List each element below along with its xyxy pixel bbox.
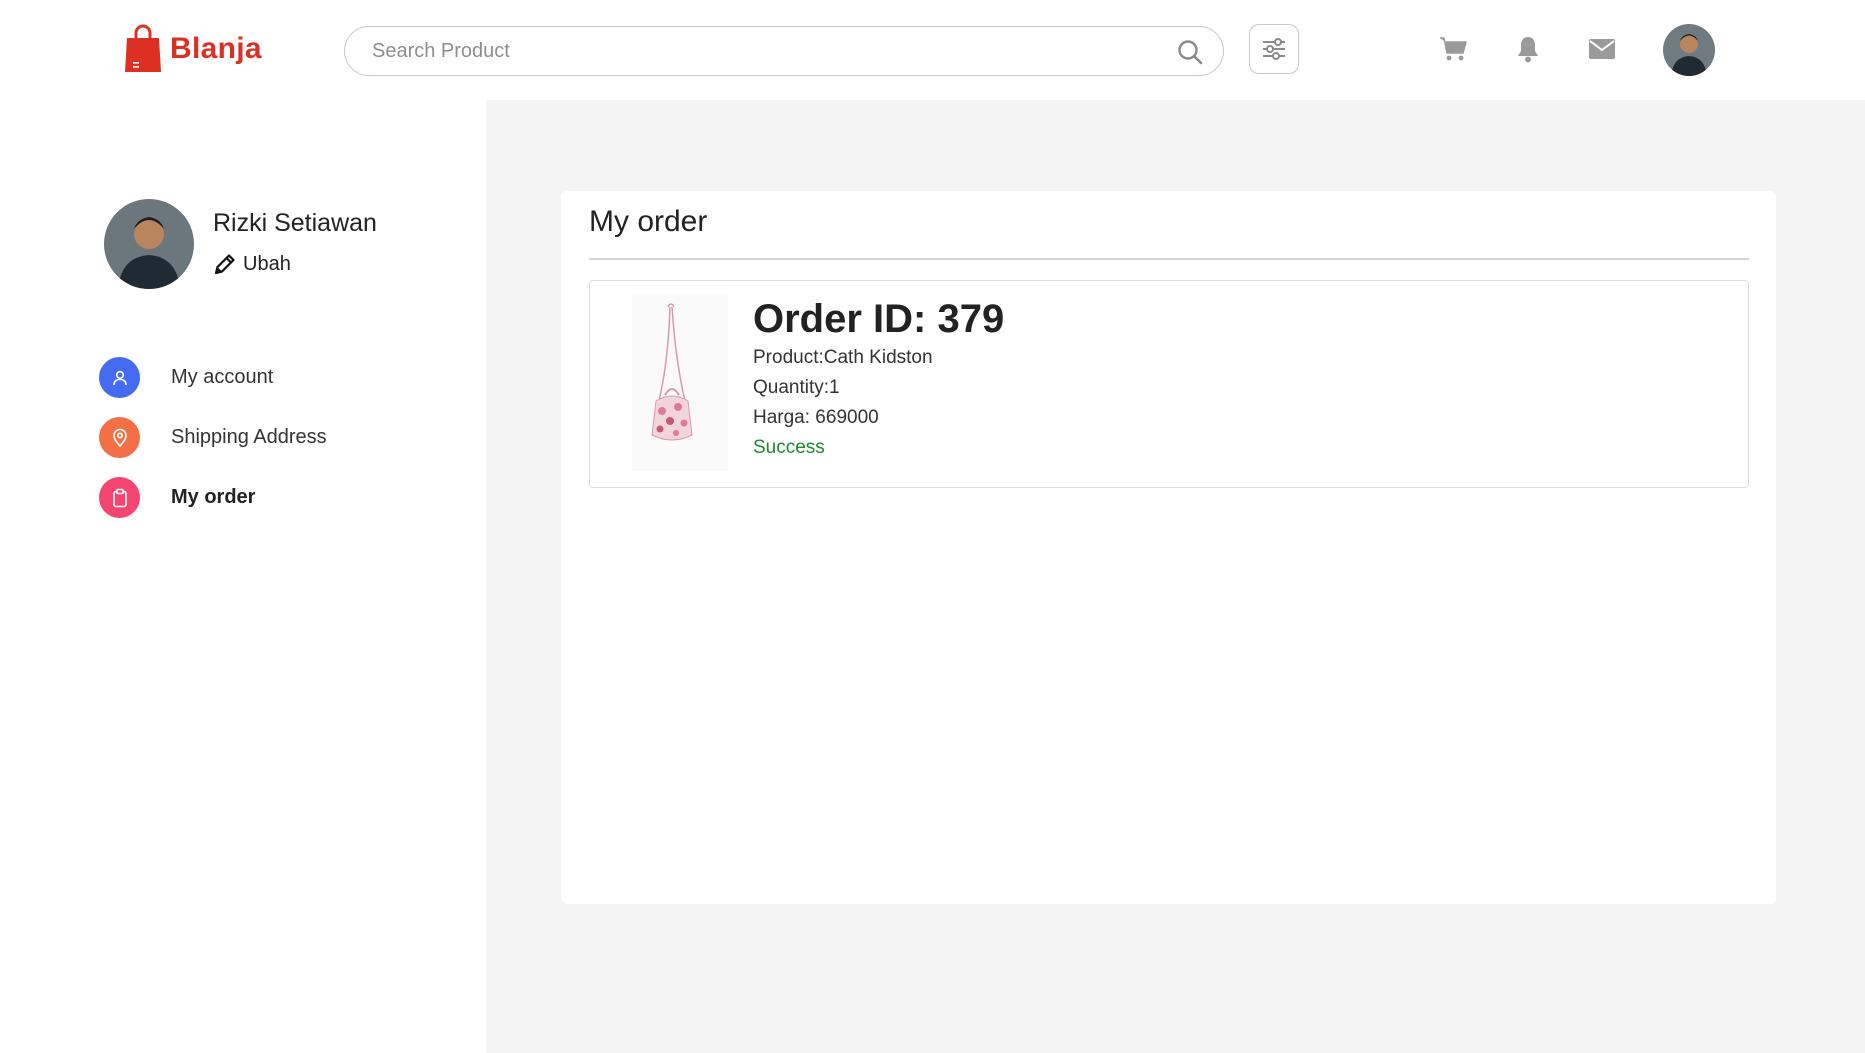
profile-sidebar: Rizki Setiawan Ubah My account Shipping … <box>0 100 486 1053</box>
location-pin-icon <box>99 417 140 458</box>
order-quantity: Quantity:1 <box>753 377 840 398</box>
filter-icon <box>1263 38 1285 60</box>
divider <box>589 258 1749 260</box>
sidebar-item-my-account[interactable]: My account <box>99 357 273 398</box>
order-card[interactable]: Order ID: 379 Product:Cath Kidston Quant… <box>589 280 1749 488</box>
filter-button[interactable] <box>1249 24 1299 74</box>
shopping-bag-icon <box>125 24 161 72</box>
orders-panel: My order Order ID: 379 Product:Cath Kids… <box>561 191 1776 904</box>
user-icon <box>99 357 140 398</box>
search-input[interactable] <box>372 39 1152 63</box>
edit-profile-label: Ubah <box>243 252 291 275</box>
order-price: Harga: 669000 <box>753 407 879 428</box>
bell-icon <box>1518 37 1538 63</box>
brand-logo[interactable]: Blanja <box>124 24 262 74</box>
sidebar-item-my-order[interactable]: My order <box>99 477 255 518</box>
notification-button[interactable] <box>1513 34 1543 64</box>
search-icon[interactable] <box>1177 39 1203 65</box>
main-content: My order Order ID: 379 Product:Cath Kids… <box>486 100 1865 1053</box>
sidebar-item-shipping-address[interactable]: Shipping Address <box>99 417 327 458</box>
avatar-image <box>104 199 194 289</box>
top-navbar: Blanja <box>0 0 1865 100</box>
search-bar <box>344 26 1224 76</box>
product-thumbnail <box>632 295 728 471</box>
mail-icon <box>1589 39 1615 59</box>
order-product: Product:Cath Kidston <box>753 347 933 368</box>
brand-name: Blanja <box>170 32 262 65</box>
avatar-image <box>1663 24 1715 76</box>
order-id: Order ID: 379 <box>753 297 1005 341</box>
messages-button[interactable] <box>1587 34 1617 64</box>
user-avatar[interactable] <box>1663 24 1715 76</box>
order-status: Success <box>753 437 825 458</box>
clipboard-icon <box>99 477 140 518</box>
handbag-image <box>632 295 728 471</box>
page-title: My order <box>589 205 708 238</box>
pencil-icon <box>214 254 235 275</box>
sidebar-item-label: Shipping Address <box>171 426 327 448</box>
cart-button[interactable] <box>1438 34 1468 64</box>
profile-name: Rizki Setiawan <box>213 209 377 237</box>
sidebar-item-label: My account <box>171 366 274 388</box>
cart-icon <box>1440 37 1467 61</box>
sidebar-item-label: My order <box>171 486 256 508</box>
profile-avatar <box>104 199 194 289</box>
edit-profile-link[interactable]: Ubah <box>213 252 291 276</box>
